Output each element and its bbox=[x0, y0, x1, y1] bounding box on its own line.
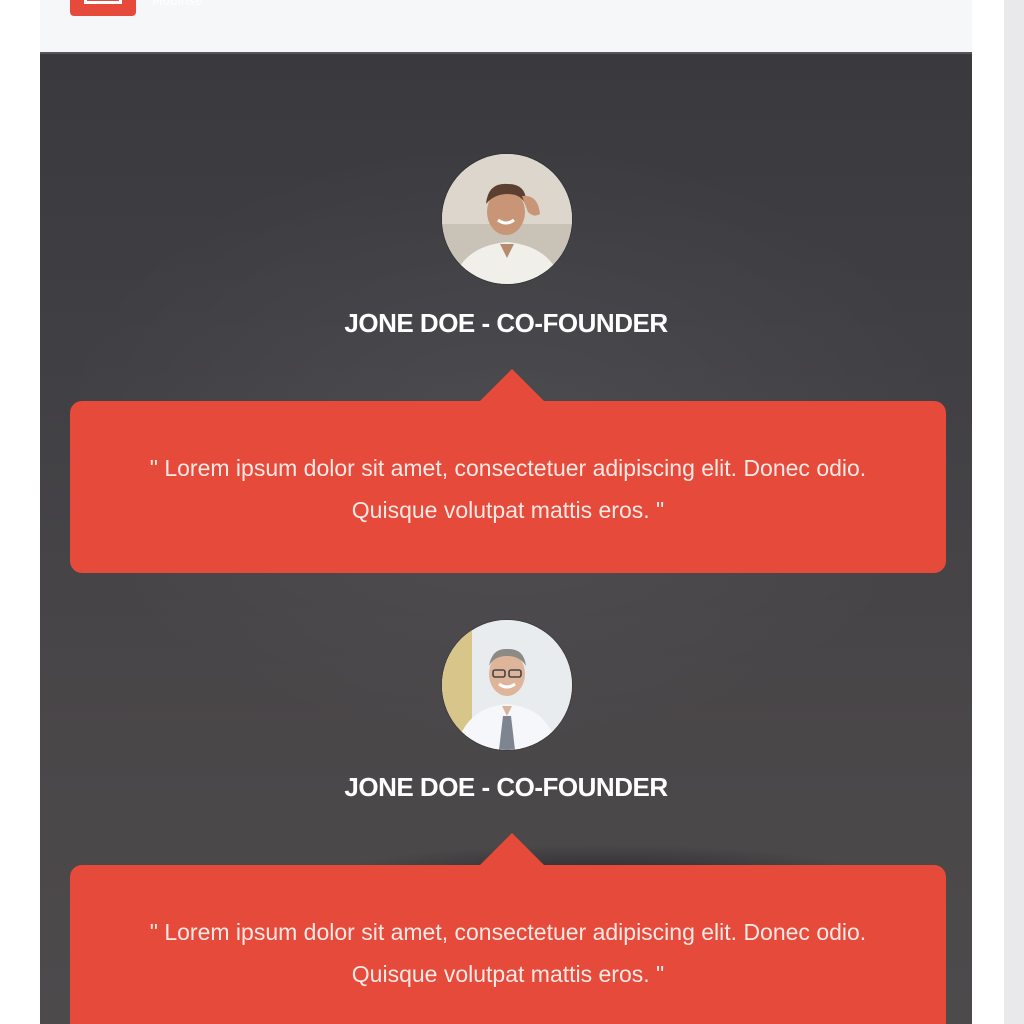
scrollbar-track[interactable] bbox=[1004, 0, 1024, 1024]
testimonials-section: JONE DOE - CO-FOUNDER " Lorem ipsum dolo… bbox=[40, 54, 972, 1024]
testimonial-quote: " Lorem ipsum dolor sit amet, consectetu… bbox=[149, 455, 867, 523]
testimonial-name: JONE DOE - CO-FOUNDER bbox=[344, 772, 668, 802]
logo-mark bbox=[84, 0, 122, 4]
testimonial-name: JONE DOE - CO-FOUNDER bbox=[344, 308, 668, 338]
bubble-pointer bbox=[480, 833, 544, 865]
avatar-man-casual-icon bbox=[442, 154, 572, 284]
logo-icon[interactable] bbox=[70, 0, 136, 16]
bubble-pointer bbox=[480, 369, 544, 401]
testimonial-quote-bubble: " Lorem ipsum dolor sit amet, consectetu… bbox=[70, 369, 946, 573]
avatar-man-tie-icon bbox=[442, 620, 572, 750]
avatar bbox=[442, 620, 572, 750]
testimonial-quote: " Lorem ipsum dolor sit amet, consectetu… bbox=[149, 919, 867, 987]
logo-text[interactable]: Mobirise bbox=[152, 0, 203, 8]
header: Mobirise bbox=[40, 0, 972, 54]
avatar bbox=[442, 154, 572, 284]
testimonial-quote-bubble: " Lorem ipsum dolor sit amet, consectetu… bbox=[70, 833, 946, 1024]
page-frame: Mobirise JONE DOE - CO-FOUNDER " Lorem i… bbox=[40, 0, 972, 1024]
